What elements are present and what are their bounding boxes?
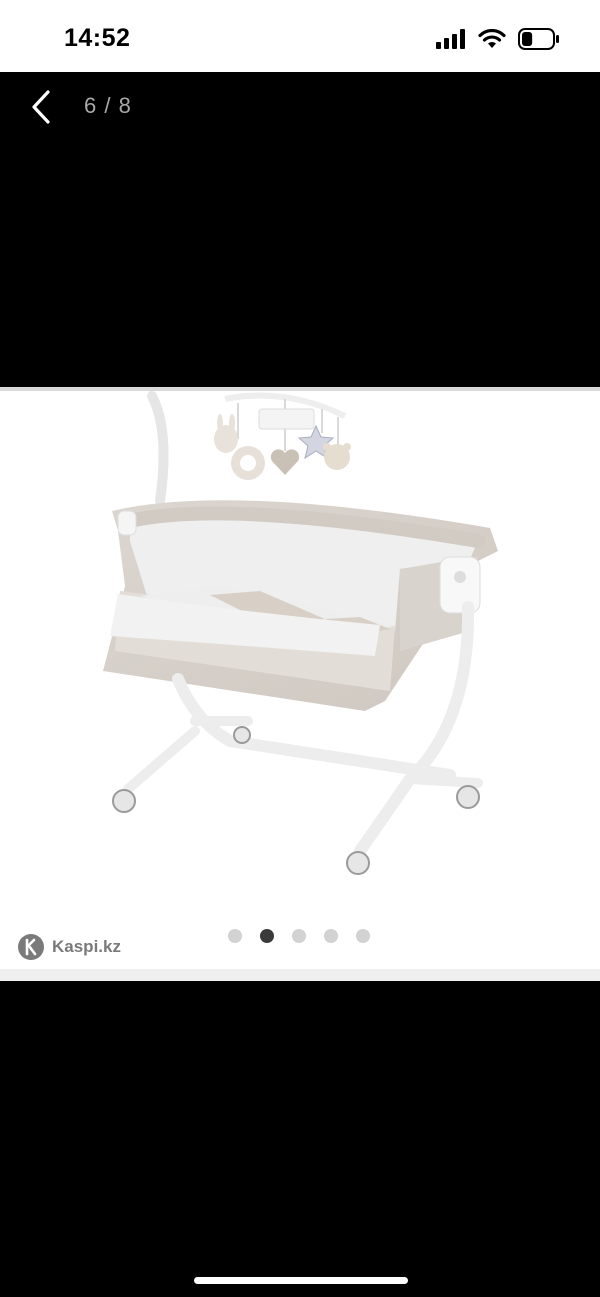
kaspi-brand-text: Kaspi.kz — [52, 937, 121, 956]
kaspi-logo-icon — [18, 934, 44, 960]
status-time: 14:52 — [64, 24, 131, 52]
carousel-dot[interactable] — [324, 929, 338, 943]
home-indicator[interactable] — [194, 1277, 408, 1284]
carousel-dot-active[interactable] — [260, 929, 274, 943]
carousel-dots — [228, 929, 370, 943]
viewer-header: 6 / 8 — [0, 72, 600, 142]
back-button[interactable] — [28, 88, 56, 126]
status-icons — [436, 28, 560, 50]
photo-frame[interactable]: Kaspi.kz — [0, 387, 600, 981]
carousel-dot[interactable] — [356, 929, 370, 943]
page-counter: 6 / 8 — [84, 93, 132, 118]
status-bar: 14:52 — [0, 0, 600, 72]
wifi-icon — [478, 29, 506, 48]
battery-icon — [518, 28, 559, 50]
chevron-left-icon — [32, 90, 50, 124]
kaspi-watermark: Kaspi.kz — [18, 934, 121, 960]
cellular-signal-icon — [436, 29, 465, 49]
photo-bottom-band — [0, 969, 600, 981]
carousel-dot[interactable] — [292, 929, 306, 943]
baby-crib-image — [103, 391, 498, 875]
carousel-dot[interactable] — [228, 929, 242, 943]
